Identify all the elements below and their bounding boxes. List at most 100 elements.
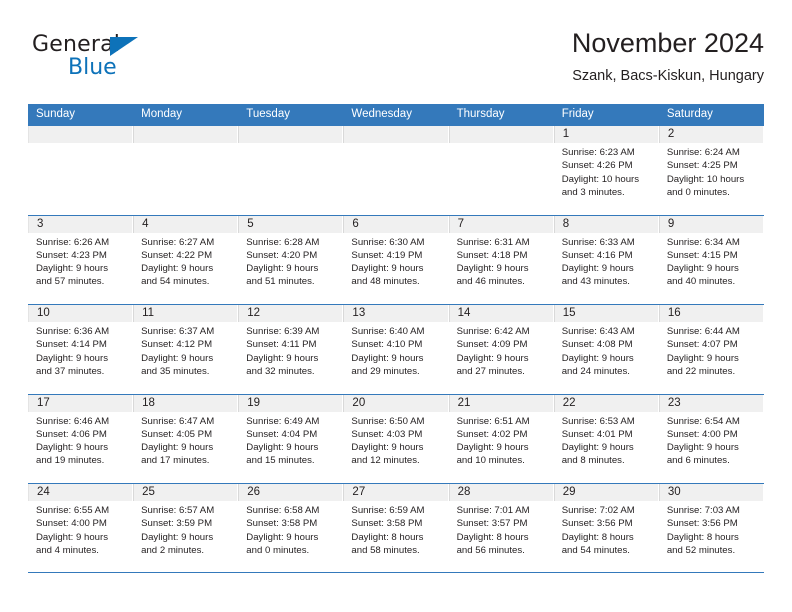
calendar-day-cell[interactable]: 7 Sunrise: 6:31 AM Sunset: 4:18 PM Daylight… (448, 215, 554, 305)
day-info-line: and 4 minutes. (36, 544, 99, 556)
calendar-day-cell[interactable]: 22 Sunrise: 6:53 AM Sunset: 4:01 PM Dayligh… (553, 394, 659, 484)
weekday-header-saturday: Saturday (666, 108, 713, 120)
calendar-day-cell[interactable]: 17 Sunrise: 6:46 AM Sunset: 4:06 PM Dayligh… (28, 394, 134, 484)
calendar-day-cell[interactable]: 13 Sunrise: 6:40 AM Sunset: 4:10 PM Dayligh… (343, 305, 449, 394)
day-number-band: 10 (28, 305, 134, 322)
calendar-grid: Sunday Monday Tuesday Wednesday Thursday Frid… (28, 104, 764, 573)
day-number-band: 29 (553, 484, 659, 501)
calendar-day-cell[interactable]: 4 Sunrise: 6:27 AM Sunset: 4:22 PM Daylight… (133, 215, 239, 305)
day-number: 2 (667, 128, 675, 140)
calendar-day-cell[interactable]: 9 Sunrise: 6:34 AM Sunset: 4:15 PM Daylight… (658, 215, 764, 305)
calendar-day-cell[interactable]: 5 Sunrise: 6:28 AM Sunset: 4:20 PM Daylight… (238, 215, 344, 305)
day-sun-info: Sunrise: 6:54 AM Sunset: 4:00 PM Daylight:… (659, 412, 764, 468)
day-info-line: and 48 minutes. (351, 276, 420, 288)
calendar-day-cell[interactable]: 18 Sunrise: 6:47 AM Sunset: 4:05 PM Dayligh… (133, 394, 239, 484)
day-info-line: Sunset: 4:11 PM (246, 339, 317, 351)
page-header: General Blue November 2024 Szank, Bacs-K… (28, 26, 764, 98)
day-number: 27 (352, 486, 366, 498)
day-number: 28 (457, 486, 471, 498)
day-info-line: Sunrise: 6:51 AM (456, 415, 530, 427)
day-info-line: Daylight: 9 hours (456, 352, 529, 364)
calendar-day-cell[interactable]: 14 Sunrise: 6:42 AM Sunset: 4:09 PM Dayligh… (448, 305, 554, 394)
weekday-header-friday: Friday (561, 108, 594, 120)
day-info-line: Sunrise: 6:58 AM (246, 505, 320, 516)
calendar-day-cell[interactable]: 12 Sunrise: 6:39 AM Sunset: 4:11 PM Dayligh… (238, 305, 344, 394)
day-info-line: Sunrise: 6:31 AM (456, 236, 530, 248)
day-number: 22 (562, 396, 576, 409)
calendar-week-row: 17 Sunrise: 6:46 AM Sunset: 4:06 PM Dayligh… (28, 393, 764, 484)
day-info-line: Sunset: 4:25 PM (666, 160, 738, 172)
calendar-day-cell[interactable]: 27 Sunrise: 6:59 AM Sunset: 3:58 PM Dayligh… (343, 484, 449, 572)
calendar-day-cell[interactable]: 19 Sunrise: 6:49 AM Sunset: 4:04 PM Dayligh… (238, 394, 344, 484)
day-info-line: Daylight: 9 hours (456, 263, 529, 275)
day-info-line: Sunset: 4:18 PM (456, 249, 528, 261)
day-info-line: Daylight: 8 hours (456, 531, 529, 543)
day-sun-info: Sunrise: 6:59 AM Sunset: 3:58 PM Daylight:… (343, 501, 448, 557)
day-number-band: 22 (553, 394, 659, 412)
day-number-band: 13 (343, 305, 449, 322)
general-blue-logo[interactable]: General Blue (32, 32, 202, 88)
calendar-day-cell[interactable]: 26 Sunrise: 6:58 AM Sunset: 3:58 PM Dayligh… (238, 484, 344, 572)
day-number: 20 (352, 396, 366, 409)
day-info-line: Sunset: 4:04 PM (246, 428, 318, 440)
calendar-day-cell-empty (448, 126, 554, 215)
day-number-band: 18 (133, 394, 239, 412)
calendar-day-cell[interactable]: 16 Sunrise: 6:44 AM Sunset: 4:07 PM Dayligh… (658, 305, 764, 394)
day-number: 12 (247, 307, 261, 319)
logo-text-blue: Blue (68, 55, 117, 80)
day-number: 8 (562, 217, 570, 230)
day-info-line: and 24 minutes. (561, 365, 630, 377)
day-info-line: Daylight: 9 hours (561, 263, 634, 275)
calendar-day-cell[interactable]: 28 Sunrise: 7:01 AM Sunset: 3:57 PM Dayligh… (448, 484, 554, 572)
day-sun-info: Sunrise: 6:31 AM Sunset: 4:18 PM Daylight:… (449, 233, 554, 289)
day-info-line: Sunrise: 6:34 AM (666, 236, 740, 248)
day-info-line: Daylight: 9 hours (36, 263, 108, 275)
calendar-day-cell[interactable]: 6 Sunrise: 6:30 AM Sunset: 4:19 PM Daylight… (343, 215, 449, 305)
title-block: November 2024 Szank, Bacs-Kiskun, Hungar… (572, 26, 764, 87)
calendar-day-cell[interactable]: 29 Sunrise: 7:02 AM Sunset: 3:56 PM Dayligh… (553, 484, 659, 572)
weekday-header-sunday: Sunday (36, 108, 76, 120)
calendar-day-cell[interactable]: 3 Sunrise: 6:26 AM Sunset: 4:23 PM Daylight… (28, 215, 134, 305)
day-number-band: 26 (238, 484, 344, 501)
calendar-day-cell[interactable]: 15 Sunrise: 6:43 AM Sunset: 4:08 PM Dayligh… (553, 305, 659, 394)
day-number-band (448, 126, 554, 143)
calendar-day-cell[interactable]: 2 Sunrise: 6:24 AM Sunset: 4:25 PM Daylight… (658, 126, 764, 215)
calendar-day-cell[interactable]: 8 Sunrise: 6:33 AM Sunset: 4:16 PM Daylight… (553, 215, 659, 305)
day-info-line: and 32 minutes. (246, 365, 315, 377)
day-info-line: Sunset: 4:05 PM (141, 428, 213, 440)
day-number: 11 (142, 307, 155, 319)
day-info-line: Sunset: 4:00 PM (36, 518, 107, 530)
day-number-band: 27 (343, 484, 449, 501)
day-number: 26 (247, 486, 261, 498)
day-info-line: and 19 minutes. (36, 455, 105, 467)
calendar-day-cell[interactable]: 1 Sunrise: 6:23 AM Sunset: 4:26 PM Daylight… (553, 126, 659, 215)
calendar-day-cell[interactable]: 30 Sunrise: 7:03 AM Sunset: 3:56 PM Dayligh… (658, 484, 764, 572)
calendar-day-cell[interactable]: 10 Sunrise: 6:36 AM Sunset: 4:14 PM Dayligh… (28, 305, 134, 394)
day-number-band: 1 (553, 126, 659, 143)
day-sun-info: Sunrise: 6:53 AM Sunset: 4:01 PM Daylight:… (554, 412, 659, 468)
day-number: 29 (562, 486, 576, 498)
calendar-week-row: 3 Sunrise: 6:26 AM Sunset: 4:23 PM Daylight… (28, 214, 764, 305)
day-info-line: Sunset: 4:10 PM (351, 339, 423, 351)
calendar-day-cell[interactable]: 23 Sunrise: 6:54 AM Sunset: 4:00 PM Dayligh… (658, 394, 764, 484)
day-info-line: Sunrise: 6:24 AM (666, 147, 740, 158)
calendar-day-cell[interactable]: 25 Sunrise: 6:57 AM Sunset: 3:59 PM Dayligh… (133, 484, 239, 572)
day-number: 15 (562, 307, 576, 319)
logo-text-general: General (32, 32, 121, 57)
day-number-band: 3 (28, 215, 134, 233)
day-info-line: and 54 minutes. (141, 276, 210, 288)
calendar-day-cell[interactable]: 21 Sunrise: 6:51 AM Sunset: 4:02 PM Dayligh… (448, 394, 554, 484)
day-info-line: Sunset: 4:26 PM (561, 160, 633, 172)
day-info-line: Sunset: 4:02 PM (456, 428, 528, 440)
day-number-band (133, 126, 239, 143)
calendar-day-cell[interactable]: 20 Sunrise: 6:50 AM Sunset: 4:03 PM Dayligh… (343, 394, 449, 484)
day-info-line: Sunrise: 6:37 AM (141, 326, 215, 337)
day-info-line: and 51 minutes. (246, 276, 315, 288)
day-info-line: Daylight: 8 hours (666, 531, 739, 543)
day-info-line: Sunrise: 6:50 AM (351, 415, 425, 427)
calendar-day-cell[interactable]: 11 Sunrise: 6:37 AM Sunset: 4:12 PM Dayligh… (133, 305, 239, 394)
calendar-day-cell[interactable]: 24 Sunrise: 6:55 AM Sunset: 4:00 PM Dayligh… (28, 484, 134, 572)
day-sun-info: Sunrise: 7:02 AM Sunset: 3:56 PM Daylight:… (554, 501, 659, 557)
day-info-line: Sunset: 4:03 PM (351, 428, 423, 440)
day-number: 18 (142, 396, 155, 409)
